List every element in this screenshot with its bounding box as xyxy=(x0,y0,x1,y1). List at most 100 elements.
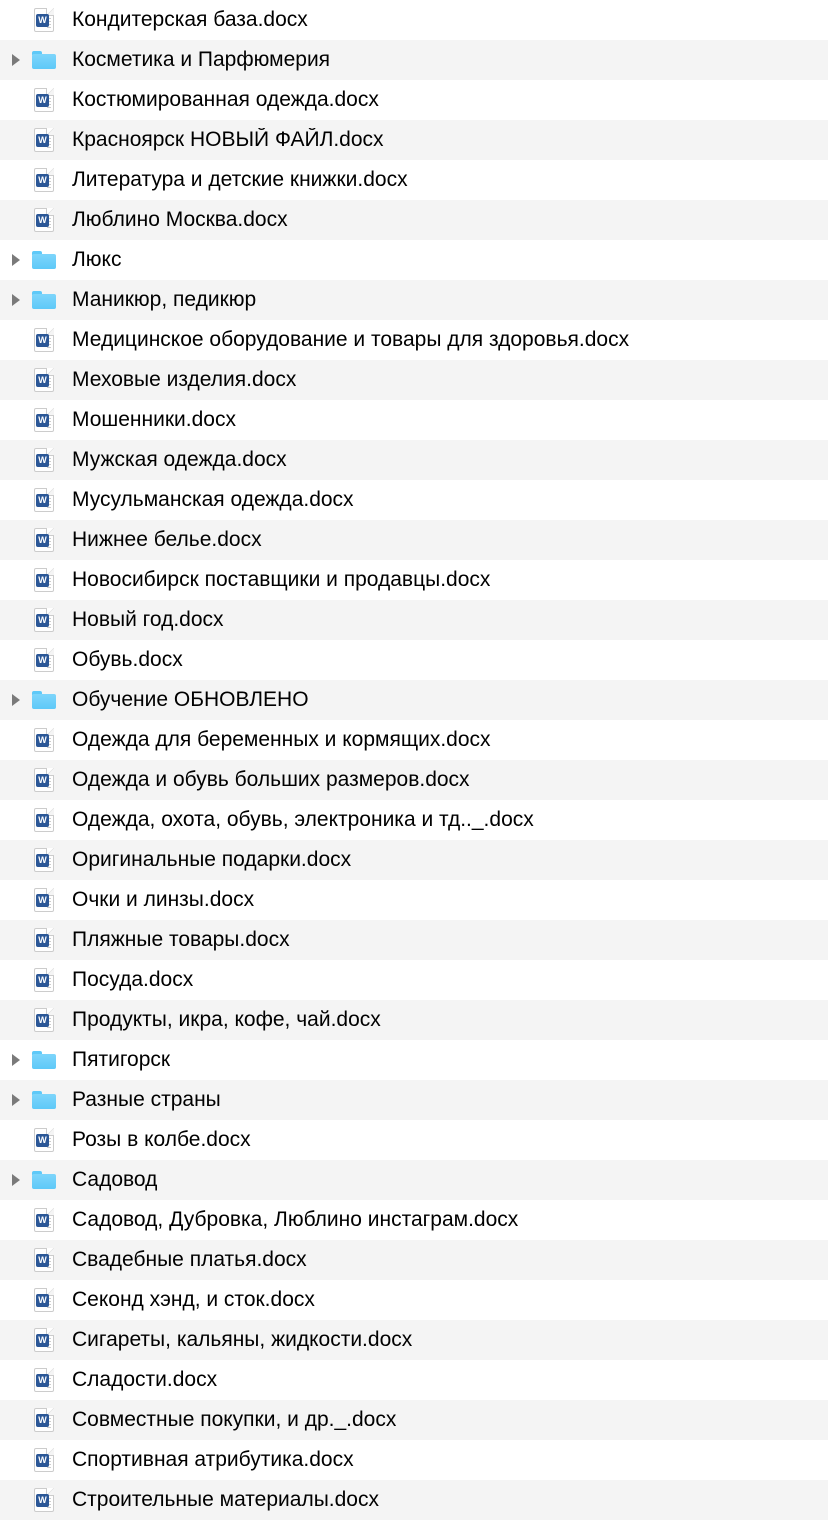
file-row[interactable]: W Строительные материалы.docx xyxy=(0,1480,828,1520)
docx-icon: W xyxy=(34,1248,54,1272)
disclosure-cell[interactable] xyxy=(6,54,26,66)
word-badge: W xyxy=(36,494,49,507)
icon-cell: W xyxy=(26,1368,62,1392)
file-row[interactable]: WМошенники.docx xyxy=(0,400,828,440)
word-badge: W xyxy=(36,1254,49,1267)
file-row[interactable]: W Сладости.docx xyxy=(0,1360,828,1400)
file-row[interactable]: W Новосибирск поставщики и продавцы.docx xyxy=(0,560,828,600)
file-row[interactable]: WМужская одежда.docx xyxy=(0,440,828,480)
file-name-label: Продукты, икра, кофе, чай.docx xyxy=(62,1008,381,1032)
file-row[interactable]: WМусульманская одежда.docx xyxy=(0,480,828,520)
file-row[interactable]: WРозы в колбе.docx xyxy=(0,1120,828,1160)
icon-cell: W xyxy=(26,128,62,152)
file-row[interactable]: WПосуда.docx xyxy=(0,960,828,1000)
icon-cell: W xyxy=(26,928,62,952)
folder-icon xyxy=(32,1091,56,1109)
folder-icon xyxy=(32,691,56,709)
file-row[interactable]: WОдежда, охота, обувь, электроника и тд.… xyxy=(0,800,828,840)
file-name-label: Новый год.docx xyxy=(62,608,224,632)
file-name-label: Строительные материалы.docx xyxy=(62,1488,379,1512)
file-row[interactable]: WСадовод, Дубровка, Люблино инстаграм.do… xyxy=(0,1200,828,1240)
docx-icon: W xyxy=(34,808,54,832)
docx-icon: W xyxy=(34,848,54,872)
docx-icon: W xyxy=(34,1288,54,1312)
file-row[interactable]: WКрасноярск НОВЫЙ ФАЙЛ.docx xyxy=(0,120,828,160)
docx-icon: W xyxy=(34,1128,54,1152)
file-row[interactable]: WСпортивная атрибутика.docx xyxy=(0,1440,828,1480)
docx-icon: W xyxy=(34,1408,54,1432)
word-badge: W xyxy=(36,1014,49,1027)
disclosure-cell[interactable] xyxy=(6,1174,26,1186)
disclosure-cell[interactable] xyxy=(6,1054,26,1066)
file-name-label: Обувь.docx xyxy=(62,648,183,672)
disclosure-cell[interactable] xyxy=(6,294,26,306)
file-row[interactable]: Маникюр, педикюр xyxy=(0,280,828,320)
file-row[interactable]: W Нижнее белье.docx xyxy=(0,520,828,560)
word-badge: W xyxy=(36,334,49,347)
docx-icon: W xyxy=(34,1488,54,1512)
file-name-label: Люблино Москва.docx xyxy=(62,208,288,232)
file-row[interactable]: W Продукты, икра, кофе, чай.docx xyxy=(0,1000,828,1040)
file-row[interactable]: W Литература и детские книжки.docx xyxy=(0,160,828,200)
file-row[interactable]: WКондитерская база.docx xyxy=(0,0,828,40)
word-badge: W xyxy=(36,174,49,187)
word-badge: W xyxy=(36,974,49,987)
file-row[interactable]: WОдежда для беременных и кормящих.docx xyxy=(0,720,828,760)
file-row[interactable]: WМедицинское оборудование и товары для з… xyxy=(0,320,828,360)
docx-icon: W xyxy=(34,528,54,552)
file-row[interactable]: WОчки и линзы.docx xyxy=(0,880,828,920)
file-name-label: Разные страны xyxy=(62,1088,221,1112)
folder-icon xyxy=(32,291,56,309)
docx-icon: W xyxy=(34,1368,54,1392)
icon-cell: W xyxy=(26,1448,62,1472)
file-row[interactable]: WОригинальные подарки.docx xyxy=(0,840,828,880)
icon-cell xyxy=(26,691,62,709)
file-name-label: Одежда для беременных и кормящих.docx xyxy=(62,728,491,752)
file-name-label: Литература и детские книжки.docx xyxy=(62,168,408,192)
folder-icon xyxy=(32,51,56,69)
icon-cell: W xyxy=(26,448,62,472)
file-row[interactable]: WЛюблино Москва.docx xyxy=(0,200,828,240)
file-row[interactable]: WСеконд хэнд, и сток.docx xyxy=(0,1280,828,1320)
file-name-label: Люкс xyxy=(62,248,121,272)
file-row[interactable]: Садовод xyxy=(0,1160,828,1200)
file-row[interactable]: W Новый год.docx xyxy=(0,600,828,640)
docx-icon: W xyxy=(34,168,54,192)
file-row[interactable]: Люкс xyxy=(0,240,828,280)
disclosure-cell[interactable] xyxy=(6,1094,26,1106)
file-row[interactable]: WКостюмированная одежда.docx xyxy=(0,80,828,120)
file-row[interactable]: WПляжные товары.docx xyxy=(0,920,828,960)
file-row[interactable]: WСовместные покупки, и др._.docx xyxy=(0,1400,828,1440)
file-name-label: Новосибирск поставщики и продавцы.docx xyxy=(62,568,490,592)
file-name-label: Очки и линзы.docx xyxy=(62,888,254,912)
icon-cell: W xyxy=(26,1208,62,1232)
docx-icon: W xyxy=(34,1328,54,1352)
file-row[interactable]: Косметика и Парфюмерия xyxy=(0,40,828,80)
docx-icon: W xyxy=(34,568,54,592)
file-row[interactable]: Обучение ОБНОВЛЕНО xyxy=(0,680,828,720)
disclosure-cell[interactable] xyxy=(6,694,26,706)
chevron-right-icon xyxy=(12,1174,20,1186)
file-row[interactable]: WМеховые изделия.docx xyxy=(0,360,828,400)
disclosure-cell[interactable] xyxy=(6,254,26,266)
icon-cell xyxy=(26,1171,62,1189)
file-name-label: Обучение ОБНОВЛЕНО xyxy=(62,688,309,712)
file-name-label: Свадебные платья.docx xyxy=(62,1248,307,1272)
file-row[interactable]: WОдежда и обувь больших размеров.docx xyxy=(0,760,828,800)
file-name-label: Нижнее белье.docx xyxy=(62,528,262,552)
file-name-label: Садовод, Дубровка, Люблино инстаграм.doc… xyxy=(62,1208,518,1232)
word-badge: W xyxy=(36,614,49,627)
file-row[interactable]: WОбувь.docx xyxy=(0,640,828,680)
icon-cell xyxy=(26,51,62,69)
file-row[interactable]: WСигареты, кальяны, жидкости.docx xyxy=(0,1320,828,1360)
word-badge: W xyxy=(36,454,49,467)
icon-cell: W xyxy=(26,408,62,432)
file-row[interactable]: Разные страны xyxy=(0,1080,828,1120)
chevron-right-icon xyxy=(12,1094,20,1106)
file-row[interactable]: W Свадебные платья.docx xyxy=(0,1240,828,1280)
docx-icon: W xyxy=(34,488,54,512)
icon-cell: W xyxy=(26,1488,62,1512)
icon-cell xyxy=(26,1091,62,1109)
file-name-label: Сладости.docx xyxy=(62,1368,217,1392)
file-row[interactable]: Пятигорск xyxy=(0,1040,828,1080)
